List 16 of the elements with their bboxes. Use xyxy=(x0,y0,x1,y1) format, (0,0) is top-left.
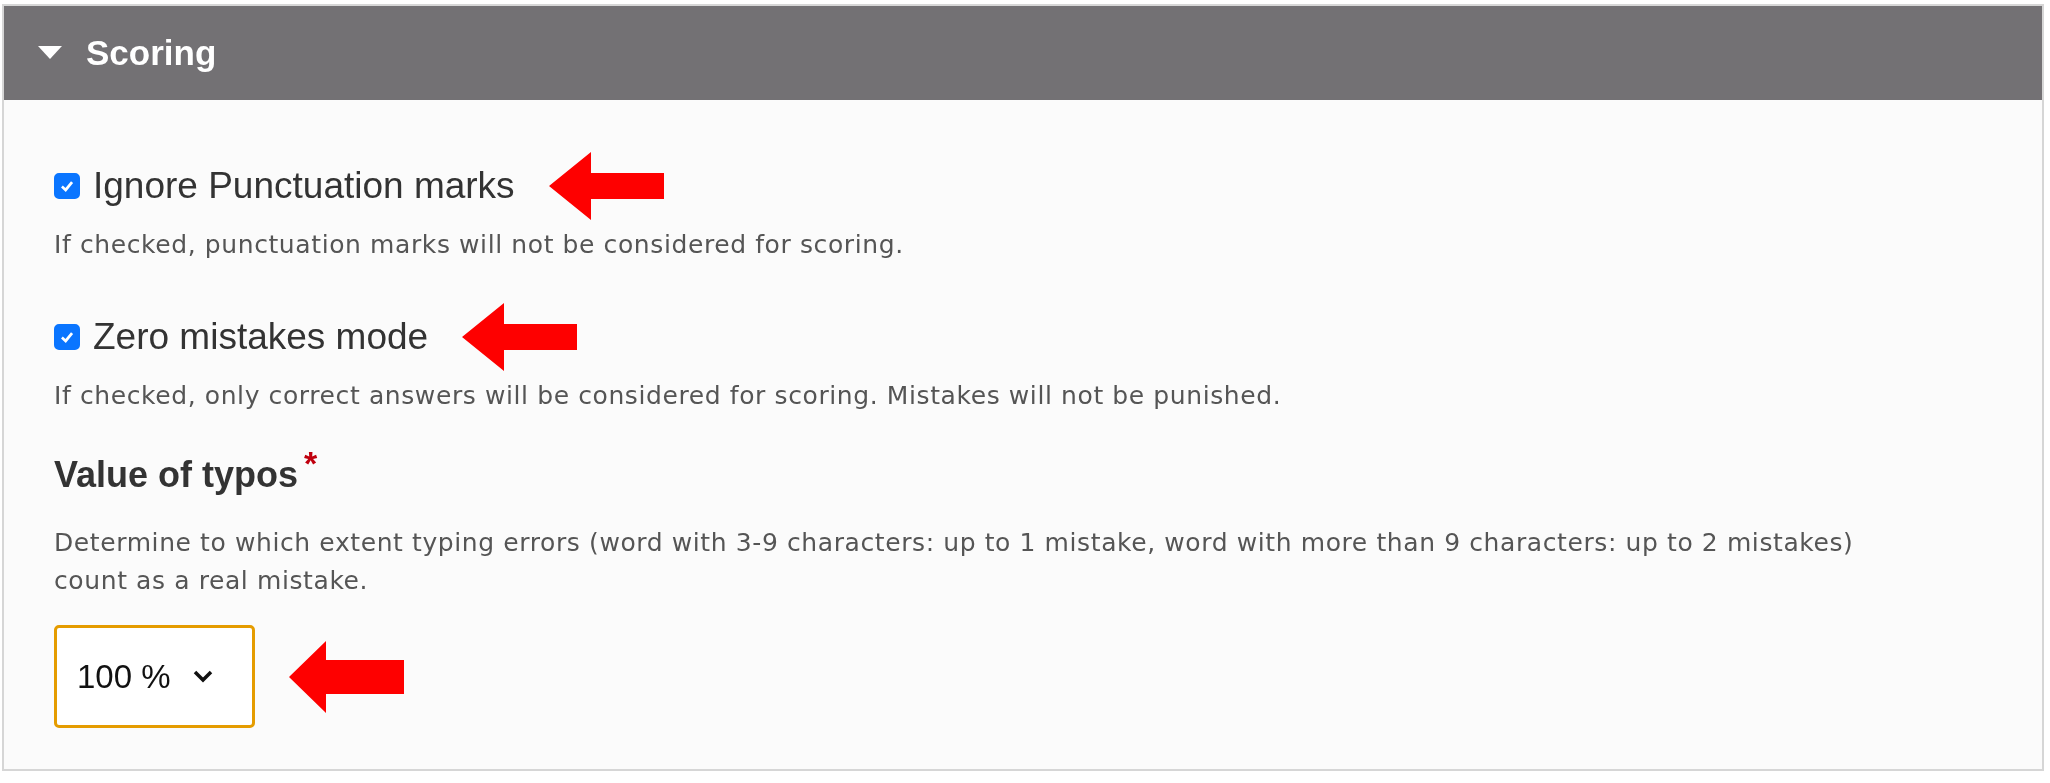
arrow-icon xyxy=(462,303,578,371)
percent-dropdown[interactable]: 100 % xyxy=(54,625,255,728)
field-label: Value of typos xyxy=(54,454,299,496)
option-description: If checked, punctuation marks will not be considered for scoring. xyxy=(54,230,905,259)
chevron-icon xyxy=(192,669,213,684)
arrow-icon xyxy=(289,640,404,713)
checkbox[interactable] xyxy=(54,173,80,199)
checkbox-label[interactable]: Ignore Punctuation marks xyxy=(93,165,515,207)
field-description: Determine to which extent typing errors (word with 3-9 characters: up to 1 mistake, word with more than 9 characters: up to 2 mistakes) count as a real mistake. xyxy=(54,527,1854,597)
required-mark: * xyxy=(304,444,318,483)
arrow-icon xyxy=(548,152,664,220)
option-description: If checked, only correct answers will be considered for scoring. Mistakes will not be punished. xyxy=(54,381,1283,410)
section-header[interactable]: Scoring xyxy=(4,6,2042,100)
checkbox-label[interactable]: Zero mistakes mode xyxy=(93,316,429,358)
section-title: Scoring xyxy=(86,33,217,73)
checkbox[interactable] xyxy=(54,324,80,350)
